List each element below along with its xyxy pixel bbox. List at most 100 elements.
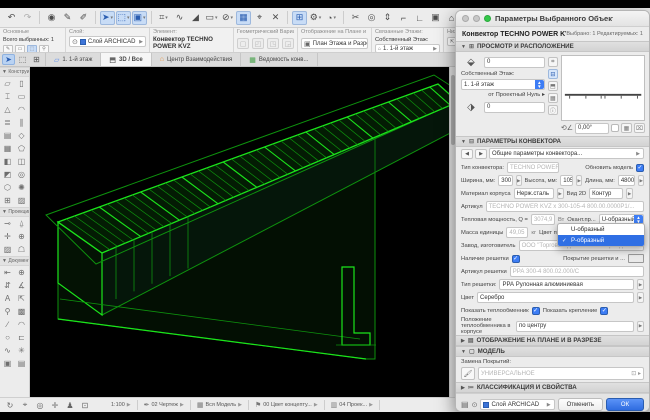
picture-preview-icon[interactable]: ▦: [548, 93, 558, 103]
zone-tool-icon[interactable]: ⬠: [15, 142, 29, 155]
level-dimension-tool-icon[interactable]: ⇵: [1, 279, 15, 292]
pipette-icon[interactable]: ✎: [60, 11, 75, 25]
model-filter-select[interactable]: ▦Вся Модель▶: [197, 401, 242, 409]
skylight-tool-icon[interactable]: ◩: [1, 168, 15, 181]
grid-snap-icon[interactable]: ⌗▾: [156, 11, 171, 25]
pen-set-select[interactable]: ✒02 Чертеж▶: [144, 401, 184, 409]
toolbox-section-header[interactable]: ▼ Документирование: [0, 256, 29, 266]
menu-item-p-profile[interactable]: ✓ Р-образный: [558, 235, 644, 246]
bottom-elevation-field[interactable]: 0: [484, 102, 545, 113]
view-tab-4[interactable]: ▦Ведомость конв...: [241, 53, 317, 66]
arc-tool-icon[interactable]: ◠: [15, 318, 29, 331]
fill-tool-icon[interactable]: ▩: [15, 305, 29, 318]
cut-icon[interactable]: ✂: [348, 11, 363, 25]
layer-select[interactable]: ⊙ Слой ARCHICAD ▶: [69, 36, 146, 47]
top-elevation-field[interactable]: 0: [484, 57, 545, 68]
minimize-window-icon[interactable]: [473, 15, 480, 22]
coating-picker-icon[interactable]: ⊡ ▸: [631, 370, 641, 377]
infobox-layers-icon[interactable]: ▭: [15, 45, 25, 52]
grille-type-stepper[interactable]: ▶: [637, 279, 644, 290]
radial-dimension-tool-icon[interactable]: ⊕: [15, 266, 29, 279]
section-model[interactable]: ▼ ▢ МОДЕЛЬ: [456, 346, 649, 357]
material-field[interactable]: Нерж.сталь: [514, 188, 554, 199]
stair-tool-icon[interactable]: ≣: [1, 116, 15, 129]
arrow-tool-options-icon[interactable]: ➤▾: [100, 11, 115, 25]
corner-left-icon[interactable]: ⌐: [396, 11, 411, 25]
ok-button[interactable]: ОК: [606, 398, 644, 411]
orbit-icon[interactable]: ↻: [4, 401, 16, 410]
line-tool-icon[interactable]: ∕: [1, 318, 15, 331]
infobox-pin-icon[interactable]: ⚲: [39, 45, 49, 52]
arrow-tool-icon[interactable]: ➤: [2, 54, 15, 65]
next-page-button[interactable]: ▶: [475, 149, 487, 159]
wall-tool-icon[interactable]: ▱: [1, 77, 15, 90]
tab-overview-icon[interactable]: ⊞: [30, 54, 43, 65]
close-window-icon[interactable]: [462, 15, 469, 22]
width-stepper[interactable]: ▶: [516, 175, 522, 186]
window-tool-icon[interactable]: ◫: [15, 155, 29, 168]
worksheet-tool-icon[interactable]: ⊕: [15, 230, 29, 243]
section-preview-icon[interactable]: ⊟: [548, 69, 558, 79]
text-tool-icon[interactable]: A: [1, 292, 15, 305]
lamp-tool-icon[interactable]: ✺: [15, 181, 29, 194]
curtain-wall-tool-icon[interactable]: ▤: [1, 129, 15, 142]
display-select[interactable]: ▣ План Этажа и Разрез... ▶: [301, 38, 368, 49]
view-tab-1[interactable]: ▱1. 1-й этаж: [46, 53, 101, 66]
prev-page-button[interactable]: ◀: [461, 149, 473, 159]
zoom-window-icon[interactable]: [484, 15, 491, 22]
footer-layer-select[interactable]: Слой ARCHICAD ▶: [480, 399, 554, 410]
elevation-tool-icon[interactable]: ⍙: [15, 217, 29, 230]
stepper-icon[interactable]: ▲▼: [535, 80, 544, 89]
color-field[interactable]: Серебро: [477, 292, 634, 303]
door-tool-icon[interactable]: ◧: [1, 155, 15, 168]
preview-settings-button[interactable]: ▦: [621, 123, 632, 133]
equipment-tool-icon[interactable]: ⊞: [1, 194, 15, 207]
object-bottom-link-icon[interactable]: ⬗: [461, 100, 481, 114]
user-profile-icon[interactable]: ◉: [44, 11, 59, 25]
lock-icon[interactable]: ⊘▾: [220, 11, 235, 25]
syringe-icon[interactable]: ✐: [76, 11, 91, 25]
zoom-icon[interactable]: ◎: [364, 11, 379, 25]
zoom-status-icon[interactable]: ◎: [34, 401, 46, 410]
roof-tool-icon[interactable]: △: [1, 103, 15, 116]
section-preview-position[interactable]: ▼ ⊞ ПРОСМОТР И РАСПОЛОЖЕНИЕ: [456, 41, 649, 52]
clock-icon[interactable]: ◔▾: [324, 11, 339, 25]
geometry-option3-icon[interactable]: ◳: [267, 38, 279, 49]
angle-dimension-tool-icon[interactable]: ∡: [15, 279, 29, 292]
fit-view-icon[interactable]: ⊡: [79, 401, 91, 410]
grille-type-field[interactable]: РРА Рулонная алюминиевая: [499, 279, 634, 290]
object-preview-pane[interactable]: [561, 55, 645, 121]
opening-tool-icon[interactable]: ◎: [15, 168, 29, 181]
renovation-filter-select[interactable]: ▥04 Проек...▶: [331, 401, 373, 409]
snap-point-icon[interactable]: ◢: [188, 11, 203, 25]
object-top-link-icon[interactable]: ⬙: [461, 55, 481, 69]
marquee-tool-icon[interactable]: ⬚: [16, 54, 29, 65]
length-stepper[interactable]: ▶: [638, 175, 644, 186]
menu-item-u-profile[interactable]: U-образный: [558, 224, 644, 235]
height-stepper[interactable]: ▶: [576, 175, 582, 186]
info-preview-icon[interactable]: ⓘ: [548, 105, 558, 115]
box-3d-icon[interactable]: ▣: [428, 11, 443, 25]
view2d-stepper[interactable]: ▶: [626, 188, 633, 199]
dimension-tool-icon[interactable]: ⇤: [1, 266, 15, 279]
column-tool-icon[interactable]: ▯: [15, 77, 29, 90]
infobox-highlight-icon[interactable]: ⬚: [27, 45, 37, 52]
layer-combination-select[interactable]: ⚑00 Цвет концепту...▶: [255, 401, 318, 409]
update-model-checkbox[interactable]: ✓: [636, 164, 644, 172]
convector-3d-object[interactable]: [30, 67, 449, 397]
circle-tool-icon[interactable]: ○: [1, 331, 15, 344]
zone-stamp-tool-icon[interactable]: ⚲: [1, 305, 15, 318]
frame-tool-icon[interactable]: ▭▾: [204, 11, 219, 25]
marquee-tool-options-icon[interactable]: ⬚▾: [116, 11, 131, 25]
section-convector-params[interactable]: ▼ ⊟ ПАРАМЕТРЫ КОНВЕКТОРА: [456, 136, 649, 147]
paintbrush-icon[interactable]: 🖌: [461, 367, 475, 380]
grille-presence-checkbox[interactable]: ✓: [512, 255, 520, 263]
redo-icon[interactable]: ↷: [20, 11, 35, 25]
show-heat-exchanger-checkbox[interactable]: ✓: [532, 307, 540, 315]
end-wall-tool-icon[interactable]: ▨: [15, 194, 29, 207]
preview-popup-button[interactable]: ⌧: [634, 123, 645, 133]
own-story-select[interactable]: 1. 1-й этаж ▲▼: [461, 79, 545, 90]
hx-position-stepper[interactable]: ▶: [637, 321, 644, 332]
color-stepper[interactable]: ▶: [637, 292, 644, 303]
element-name[interactable]: Конвектор TECHNO POWER KVZ: [153, 36, 230, 50]
